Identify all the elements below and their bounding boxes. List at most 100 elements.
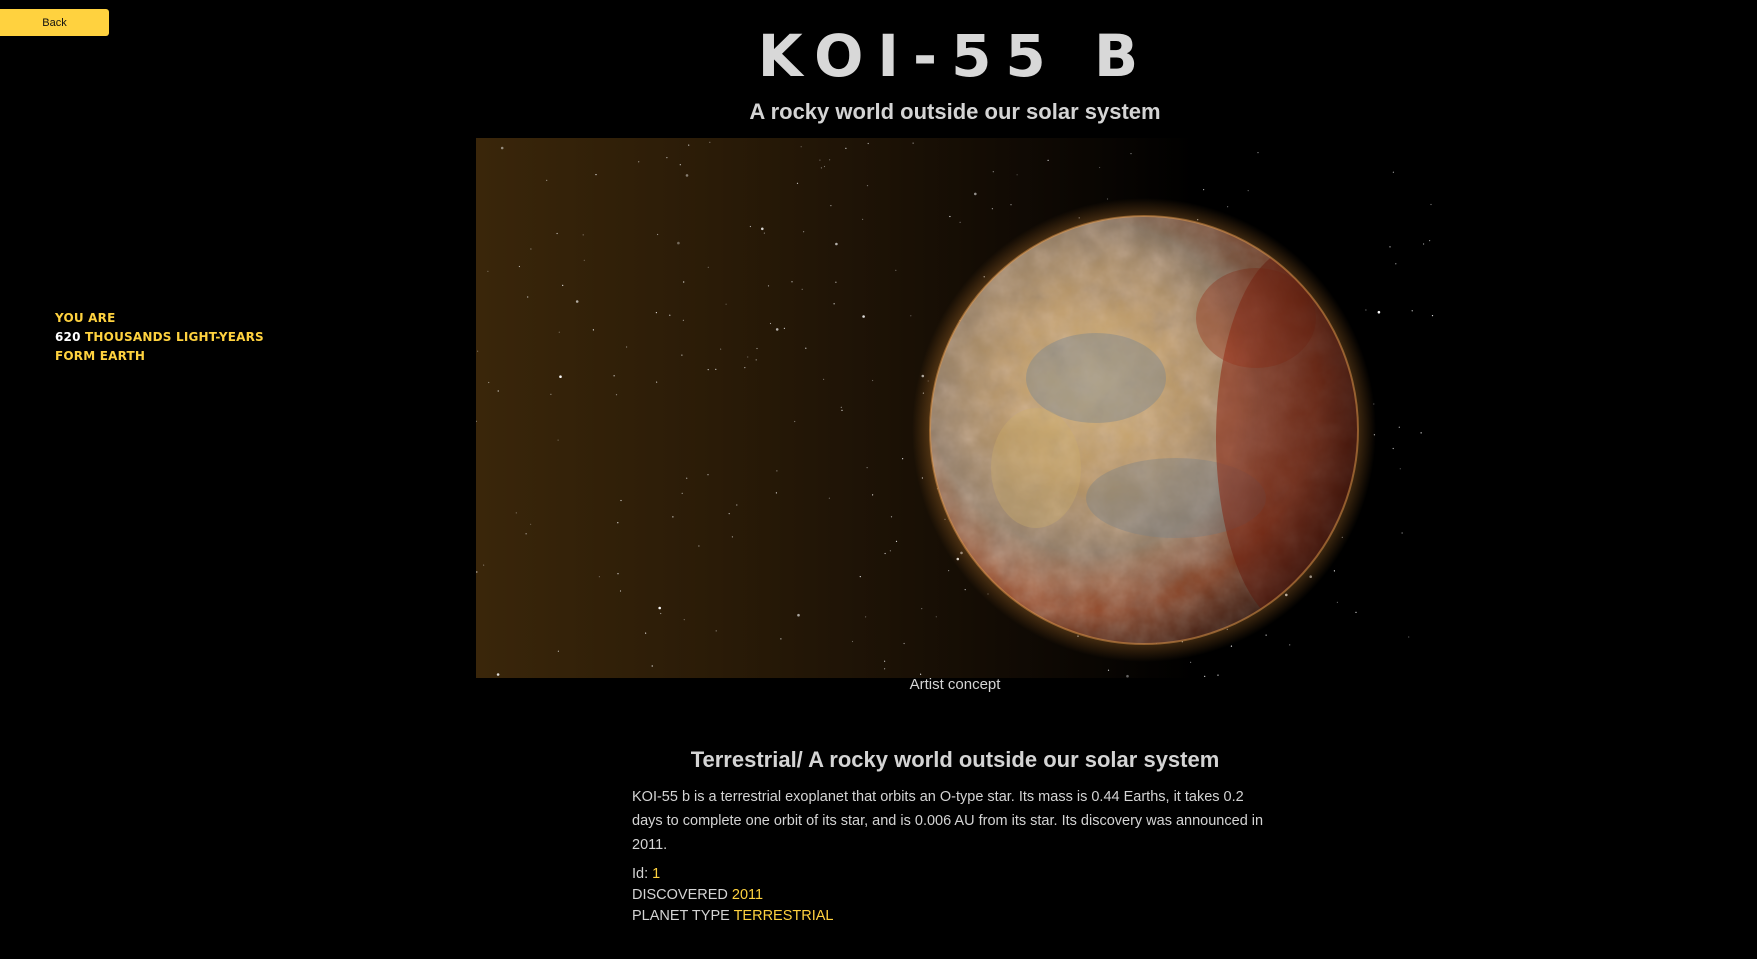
star (617, 522, 619, 524)
star (725, 303, 727, 305)
star (658, 606, 661, 610)
star (530, 248, 532, 250)
star (1107, 669, 1110, 671)
star (651, 665, 653, 667)
star (731, 536, 733, 538)
star (803, 231, 805, 233)
star (830, 205, 832, 207)
star (761, 227, 764, 231)
star (657, 233, 659, 236)
star (783, 327, 785, 329)
star (1190, 661, 1192, 663)
star (776, 470, 778, 472)
star (862, 315, 865, 318)
star (500, 146, 504, 150)
star (518, 265, 520, 268)
star (707, 369, 709, 371)
star (791, 281, 793, 283)
planet-facts: Id: 1 DISCOVERED 2011 PLANET TYPE TERRES… (632, 864, 834, 927)
star (902, 458, 904, 460)
star (488, 381, 490, 384)
star (715, 630, 717, 632)
star (677, 241, 680, 245)
star (1392, 171, 1394, 173)
star (862, 218, 864, 220)
star (1355, 611, 1357, 613)
star (679, 164, 681, 166)
star (851, 640, 854, 643)
star (805, 347, 807, 349)
star (797, 613, 800, 617)
star (720, 348, 722, 350)
star (1401, 532, 1403, 534)
distance-value: 620 (55, 330, 81, 344)
star (550, 393, 552, 395)
star (749, 225, 751, 228)
star (840, 406, 842, 408)
star (1257, 152, 1259, 154)
star (1420, 432, 1422, 434)
star (992, 171, 994, 173)
star (1265, 634, 1267, 636)
star (709, 141, 711, 143)
id-label: Id: (632, 866, 649, 882)
star (867, 142, 869, 145)
star (833, 303, 835, 305)
star (557, 650, 559, 652)
star (890, 516, 893, 518)
star (835, 242, 838, 246)
star (1408, 636, 1410, 638)
star (823, 378, 825, 380)
star (866, 185, 869, 187)
star (660, 612, 662, 615)
fact-id: Id: 1 (632, 864, 834, 885)
star (1010, 204, 1012, 206)
star (747, 356, 749, 358)
star (1430, 203, 1432, 206)
star (615, 394, 618, 396)
star (559, 375, 562, 378)
star (796, 182, 799, 184)
star (1106, 198, 1109, 200)
star (1423, 243, 1425, 245)
star (685, 174, 689, 177)
star (841, 409, 843, 411)
planet-image (476, 138, 1434, 678)
star (698, 545, 700, 547)
distance-unit: THOUSANDS LIGHT-YEARS (85, 330, 264, 344)
star (859, 576, 861, 578)
star (866, 467, 868, 469)
star (1389, 246, 1391, 248)
star (595, 174, 597, 176)
planet-description: KOI-55 b is a terrestrial exoplanet that… (632, 789, 1264, 853)
star (476, 571, 478, 573)
star (1411, 310, 1413, 312)
fact-planet-type: PLANET TYPE TERRESTRIAL (632, 906, 834, 927)
star (974, 192, 977, 196)
star (820, 167, 822, 169)
star (656, 381, 658, 383)
star (681, 354, 683, 356)
star (557, 439, 559, 441)
star (794, 420, 796, 423)
star (829, 159, 831, 161)
fact-discovered: DISCOVERED 2011 (632, 885, 834, 906)
star (686, 477, 688, 479)
star (910, 315, 912, 317)
star (592, 329, 594, 331)
distance-line-3: FORM EARTH (55, 349, 146, 363)
star (487, 270, 489, 272)
star (1203, 189, 1205, 191)
star (681, 492, 683, 494)
star (964, 589, 966, 591)
star (477, 350, 479, 352)
star (546, 179, 548, 181)
star (763, 232, 765, 234)
star (949, 215, 951, 218)
star (872, 494, 874, 496)
star (1336, 601, 1338, 603)
star (715, 368, 717, 370)
page-title: KOI-55 B (757, 22, 1153, 90)
star (828, 497, 830, 499)
star (707, 266, 709, 268)
